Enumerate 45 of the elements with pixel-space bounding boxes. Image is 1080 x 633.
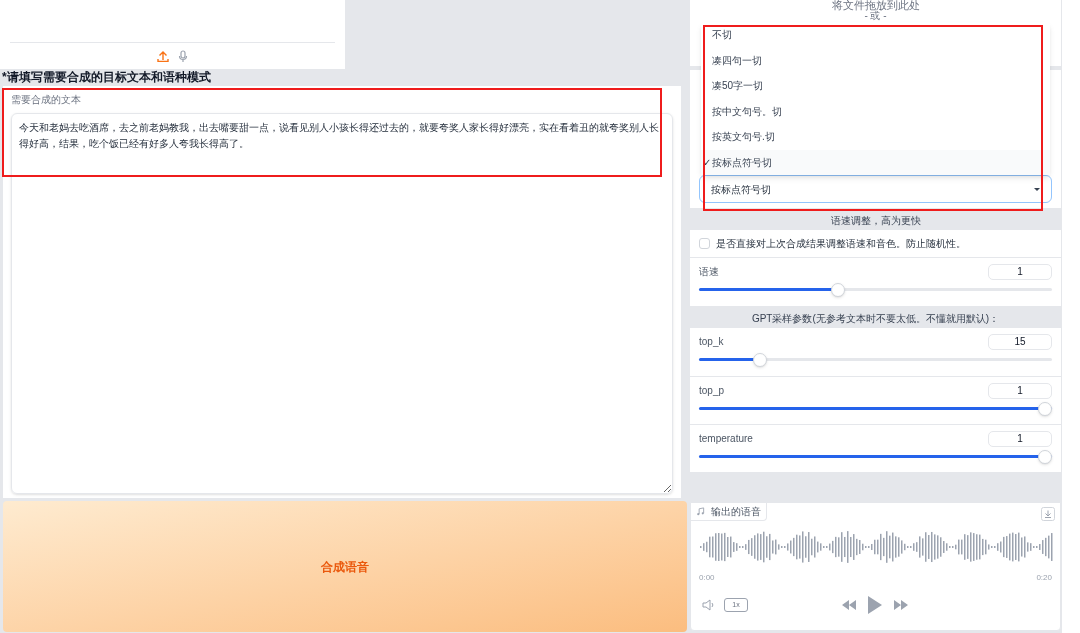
section-header: GPT采样参数(无参考文本时不要太低。不懂就用默认)： — [750, 311, 1001, 326]
rewind-icon[interactable] — [841, 599, 856, 611]
slider[interactable] — [699, 450, 1052, 464]
number-input-field[interactable]: 1 — [988, 431, 1052, 447]
download-icon[interactable] — [1041, 507, 1055, 521]
field-label: 需要合成的文本 — [11, 93, 81, 107]
check-icon: ✓ — [701, 154, 712, 170]
slider[interactable] — [699, 353, 1052, 367]
audio-label: 输出的语音 — [711, 505, 761, 519]
slider-label: top_k — [699, 335, 724, 349]
dropdown-option[interactable]: 凑四句一切 — [701, 47, 1050, 73]
section-header: 语速调整，高为更快 — [829, 213, 922, 228]
slider-label: 语速 — [699, 265, 719, 279]
number-input-field[interactable]: 15 — [988, 334, 1052, 350]
dropdown-option[interactable]: 按中文句号。切 — [701, 98, 1050, 124]
dropdown-option[interactable]: ✓按标点符号切 — [701, 149, 1050, 175]
slider-thumb[interactable] — [1038, 402, 1052, 416]
text-input-field[interactable]: 今天和老妈去吃酒席，去之前老妈教我，出去嘴要甜一点，说看见别人小孩长得还过去的，就要夸奖人家长得好漂亮，实在看着丑的就夸奖别人长得好高，结果，吃个饭已经有好多人夸我长得高了。 — [11, 113, 673, 494]
checkbox[interactable] — [699, 238, 710, 249]
volume-icon[interactable] — [702, 599, 716, 611]
slider-thumb[interactable] — [831, 283, 846, 297]
split-mode-dropdown[interactable]: 按标点符号切 — [699, 175, 1052, 203]
dropdown-option[interactable]: 按英文句号.切 — [701, 124, 1050, 150]
slider[interactable] — [699, 283, 1052, 297]
dropdown-option[interactable]: 不切 — [701, 22, 1050, 48]
slider-thumb[interactable] — [753, 353, 768, 367]
dropdown-option[interactable]: 凑50字一切 — [701, 73, 1050, 99]
time-start: 0:00 — [699, 572, 715, 584]
music-note-icon — [696, 507, 705, 516]
number-input-field[interactable]: 1 — [988, 264, 1052, 280]
drop-hint: 将文件拖放到此处 — [831, 0, 920, 11]
microphone-icon[interactable] — [176, 49, 189, 63]
slider[interactable] — [699, 402, 1052, 416]
slider-label: temperature — [699, 432, 753, 446]
upload-icon[interactable] — [156, 50, 169, 62]
play-icon[interactable] — [867, 595, 883, 615]
caret-icon — [1034, 187, 1040, 191]
checkbox-label: 是否直接对上次合成结果调整语速和音色。防止随机性。 — [716, 237, 966, 251]
section-title: *请填写需要合成的目标文本和语种模式 — [1, 69, 212, 85]
time-end: 0:20 — [1036, 572, 1052, 584]
slider-label: top_p — [699, 384, 725, 398]
fast-forward-icon[interactable] — [894, 599, 909, 611]
slider-thumb[interactable] — [1038, 450, 1052, 464]
number-input-field[interactable]: 1 — [988, 383, 1052, 399]
or-text: - 或 - — [864, 11, 887, 21]
